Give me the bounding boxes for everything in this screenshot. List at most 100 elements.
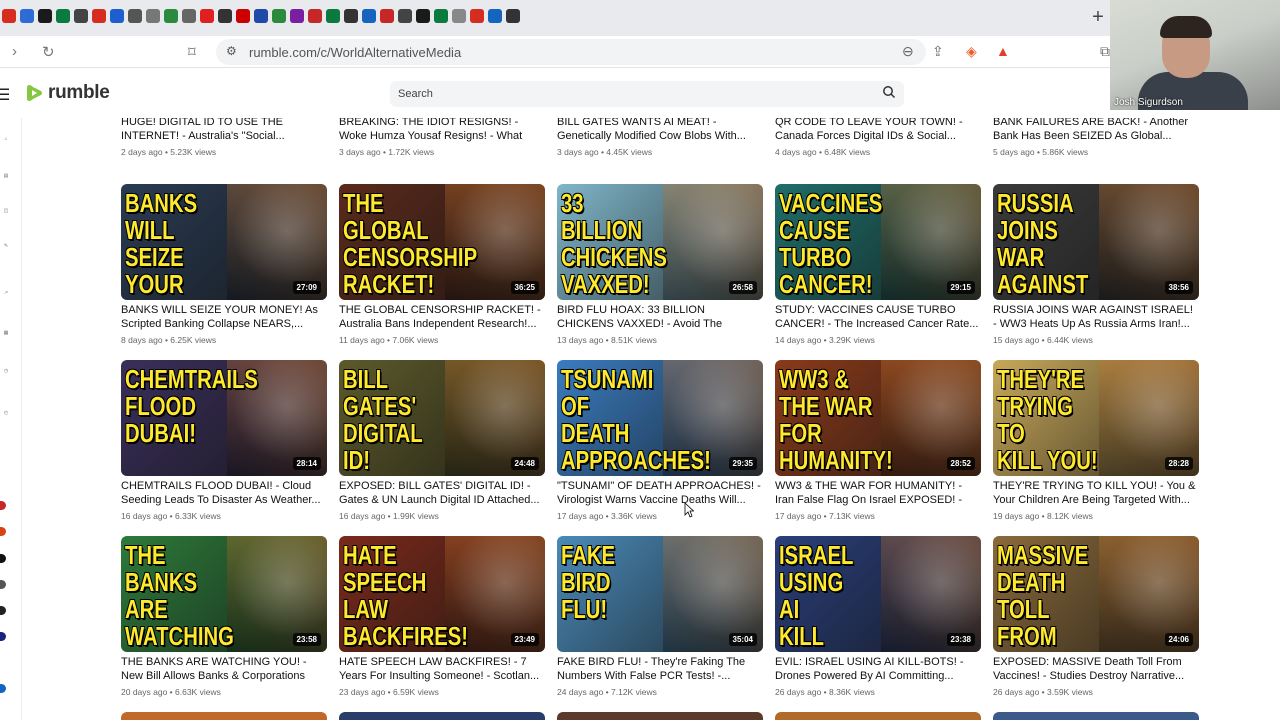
video-title[interactable]: HATE SPEECH LAW BACKFIRES! - 7 Years For…	[339, 656, 545, 683]
video-card[interactable]: THE BANKS ARE WATCHING YOU!23:58 THE BANK…	[121, 536, 327, 706]
sidebar-channel-avatar[interactable]	[0, 684, 6, 693]
video-card[interactable]: BILL GATES' DIGITAL ID! 24:48 EXPOSED: BIL…	[339, 360, 545, 530]
sidebar-watch-later-icon[interactable]: ◴	[0, 410, 12, 416]
video-card[interactable]: BILL GATES WANTS AI MEAT! - Genetically …	[557, 118, 763, 166]
sidebar-browse-icon[interactable]: ◫	[0, 208, 12, 214]
tab-favicon-icon[interactable]	[110, 9, 124, 23]
tab-favicon-icon[interactable]	[506, 9, 520, 23]
sidebar-channel-avatar[interactable]	[0, 580, 6, 589]
video-title[interactable]: THE GLOBAL CENSORSHIP RACKET! - Australi…	[339, 304, 545, 331]
video-thumbnail[interactable]: CHEMTRAILS FLOOD DUBAI! 28:14	[121, 360, 327, 476]
video-card[interactable]: WW3 & THE WAR FOR HUMANITY! 28:52 WW3 & TH…	[775, 360, 981, 530]
menu-icon[interactable]: ☰	[0, 85, 10, 105]
video-title[interactable]: "TSUNAMI" OF DEATH APPROACHES! - Virolog…	[557, 480, 763, 507]
tab-favicon-icon[interactable]	[92, 9, 106, 23]
site-info-icon[interactable]: ⚙	[226, 44, 237, 58]
video-thumbnail[interactable]: BANKS WILL SEIZE YOUR MONEY! 27:09	[121, 184, 327, 300]
tab-favicon-icon[interactable]	[416, 9, 430, 23]
sidebar-subscriptions-icon[interactable]: ▤	[0, 173, 12, 179]
new-tab-button[interactable]: +	[1088, 6, 1108, 28]
share-icon[interactable]: ⇪	[932, 43, 944, 60]
video-thumbnail[interactable]: THE BANKS ARE WATCHING YOU! 23:58	[121, 536, 327, 652]
video-title[interactable]: RUSSIA JOINS WAR AGAINST ISRAEL! - WW3 H…	[993, 304, 1199, 331]
video-thumbnail[interactable]	[775, 712, 981, 720]
zoom-icon[interactable]: ⊖	[902, 43, 914, 60]
brave-shield-icon[interactable]: ◈	[966, 43, 977, 60]
tab-favicon-icon[interactable]	[290, 9, 304, 23]
video-thumbnail[interactable]: MASSIVE DEATH TOLL FROM VACCINES! 24:06	[993, 536, 1199, 652]
sidebar-home-icon[interactable]: ⌂	[0, 136, 12, 142]
tab-favicon-icon[interactable]	[380, 9, 394, 23]
tab-favicon-icon[interactable]	[74, 9, 88, 23]
video-title[interactable]: BILL GATES WANTS AI MEAT! - Genetically …	[557, 118, 763, 143]
tab-favicon-icon[interactable]	[128, 9, 142, 23]
sidebar-library-icon[interactable]: ▦	[0, 330, 12, 336]
video-card[interactable]: RUSSIA JOINS WAR AGAINST ISRAEL!38:56RUS…	[993, 184, 1199, 354]
video-thumbnail[interactable]: BILL GATES' DIGITAL ID! 24:48	[339, 360, 545, 476]
tab-favicon-icon[interactable]	[488, 9, 502, 23]
sidebar-trending-icon[interactable]: ↗	[0, 290, 12, 296]
forward-arrow-icon[interactable]: ›	[12, 43, 17, 60]
video-thumbnail[interactable]: FAKE BIRD FLU! 35:04	[557, 536, 763, 652]
tab-favicon-icon[interactable]	[452, 9, 466, 23]
video-thumbnail[interactable]: THEY'RE TRYING TO KILL YOU! 28:28	[993, 360, 1199, 476]
video-title[interactable]: EXPOSED: BILL GATES' DIGITAL ID! - Gates…	[339, 480, 545, 507]
tab-favicon-icon[interactable]	[272, 9, 286, 23]
video-thumbnail[interactable]	[993, 712, 1199, 720]
video-thumbnail[interactable]: WW3 & THE WAR FOR HUMANITY! 28:52	[775, 360, 981, 476]
video-title[interactable]: FAKE BIRD FLU! - They're Faking The Numb…	[557, 656, 763, 683]
video-thumbnail[interactable]	[121, 712, 327, 720]
rumble-logo[interactable]: rumble	[26, 82, 110, 104]
video-card[interactable]: QR CODE TO LEAVE YOUR TOWN! - Canada For…	[775, 118, 981, 166]
search-box[interactable]	[390, 81, 904, 107]
address-bar[interactable]: ⚙ rumble.com/c/WorldAlternativeMedia	[216, 39, 926, 65]
video-title[interactable]: BANK FAILURES ARE BACK! - Another Bank H…	[993, 118, 1199, 143]
video-title[interactable]: QR CODE TO LEAVE YOUR TOWN! - Canada For…	[775, 118, 981, 143]
tab-favicon-icon[interactable]	[182, 9, 196, 23]
video-card[interactable]: CHEMTRAILS FLOOD DUBAI! 28:14 CHEMTRAILS F…	[121, 360, 327, 530]
video-title[interactable]: THE BANKS ARE WATCHING YOU! - New Bill A…	[121, 656, 327, 683]
sidebar-editor-picks-icon[interactable]: ✎	[0, 243, 12, 249]
video-card[interactable]: BANKS WILL SEIZE YOUR MONEY!27:09 BANKS W…	[121, 184, 327, 354]
video-title[interactable]: WW3 & THE WAR FOR HUMANITY! - Iran False…	[775, 480, 981, 507]
sidebar-channel-avatar[interactable]	[0, 554, 6, 563]
tab-favicon-icon[interactable]	[20, 9, 34, 23]
address-url[interactable]: rumble.com/c/WorldAlternativeMedia	[249, 45, 461, 60]
tab-favicon-icon[interactable]	[254, 9, 268, 23]
video-card[interactable]: VACCINES CAUSE TURBO CANCER! 29:15 STUDY: …	[775, 184, 981, 354]
video-title[interactable]: EXPOSED: MASSIVE Death Toll From Vaccine…	[993, 656, 1199, 683]
video-card[interactable]: THEY'RE TRYING TO KILL YOU! 28:28 THEY'RE …	[993, 360, 1199, 530]
video-title[interactable]: BREAKING: THE IDIOT RESIGNS! - Woke Humz…	[339, 118, 545, 143]
tab-favicon-icon[interactable]	[362, 9, 376, 23]
tab-favicon-icon[interactable]	[146, 9, 160, 23]
search-icon[interactable]	[882, 85, 896, 99]
video-card[interactable]: HUGE! DIGITAL ID TO USE THE INTERNET! - …	[121, 118, 327, 166]
video-card[interactable]: BANK FAILURES ARE BACK! - Another Bank H…	[993, 118, 1199, 166]
tab-favicon-icon[interactable]	[398, 9, 412, 23]
video-thumbnail[interactable]: 33 BILLION CHICKENS VAXXED! 26:58	[557, 184, 763, 300]
video-card[interactable]: 33 BILLION CHICKENS VAXXED! 26:58 BIRD FLU…	[557, 184, 763, 354]
tab-favicon-icon[interactable]	[236, 9, 250, 23]
video-thumbnail[interactable]: THE GLOBAL CENSORSHIP RACKET! 36:25	[339, 184, 545, 300]
tab-favicon-icon[interactable]	[56, 9, 70, 23]
rewards-icon[interactable]: ▲	[996, 43, 1010, 59]
video-thumbnail[interactable]: ISRAEL USING AI KILL BOTS! 23:38	[775, 536, 981, 652]
tab-favicon-icon[interactable]	[218, 9, 232, 23]
video-thumbnail[interactable]: TSUNAMI OF DEATH APPROACHES! 29:35	[557, 360, 763, 476]
tab-favicon-icon[interactable]	[200, 9, 214, 23]
video-title[interactable]: CHEMTRAILS FLOOD DUBAI! - Cloud Seeding …	[121, 480, 327, 507]
sidebar-channel-avatar[interactable]	[0, 606, 6, 615]
video-thumbnail[interactable]	[557, 712, 763, 720]
search-input[interactable]	[398, 85, 858, 103]
tab-favicon-icon[interactable]	[344, 9, 358, 23]
reload-icon[interactable]: ↻	[42, 43, 55, 61]
video-title[interactable]: BANKS WILL SEIZE YOUR MONEY! As Scripted…	[121, 304, 327, 331]
video-title[interactable]: EVIL: ISRAEL USING AI KILL-BOTS! - Drone…	[775, 656, 981, 683]
video-title[interactable]: THEY'RE TRYING TO KILL YOU! - You & Your…	[993, 480, 1199, 507]
tab-favicon-icon[interactable]	[470, 9, 484, 23]
video-title[interactable]: STUDY: VACCINES CAUSE TURBO CANCER! - Th…	[775, 304, 981, 331]
video-card[interactable]: ISRAEL USING AI KILL BOTS! 23:38 EVIL: ISR…	[775, 536, 981, 706]
sidebar-watch-history-icon[interactable]: ◷	[0, 368, 12, 374]
video-card[interactable]: HATE SPEECH LAW BACKFIRES! 23:49 HATE SPEE…	[339, 536, 545, 706]
sidebar-channel-avatar[interactable]	[0, 527, 6, 536]
